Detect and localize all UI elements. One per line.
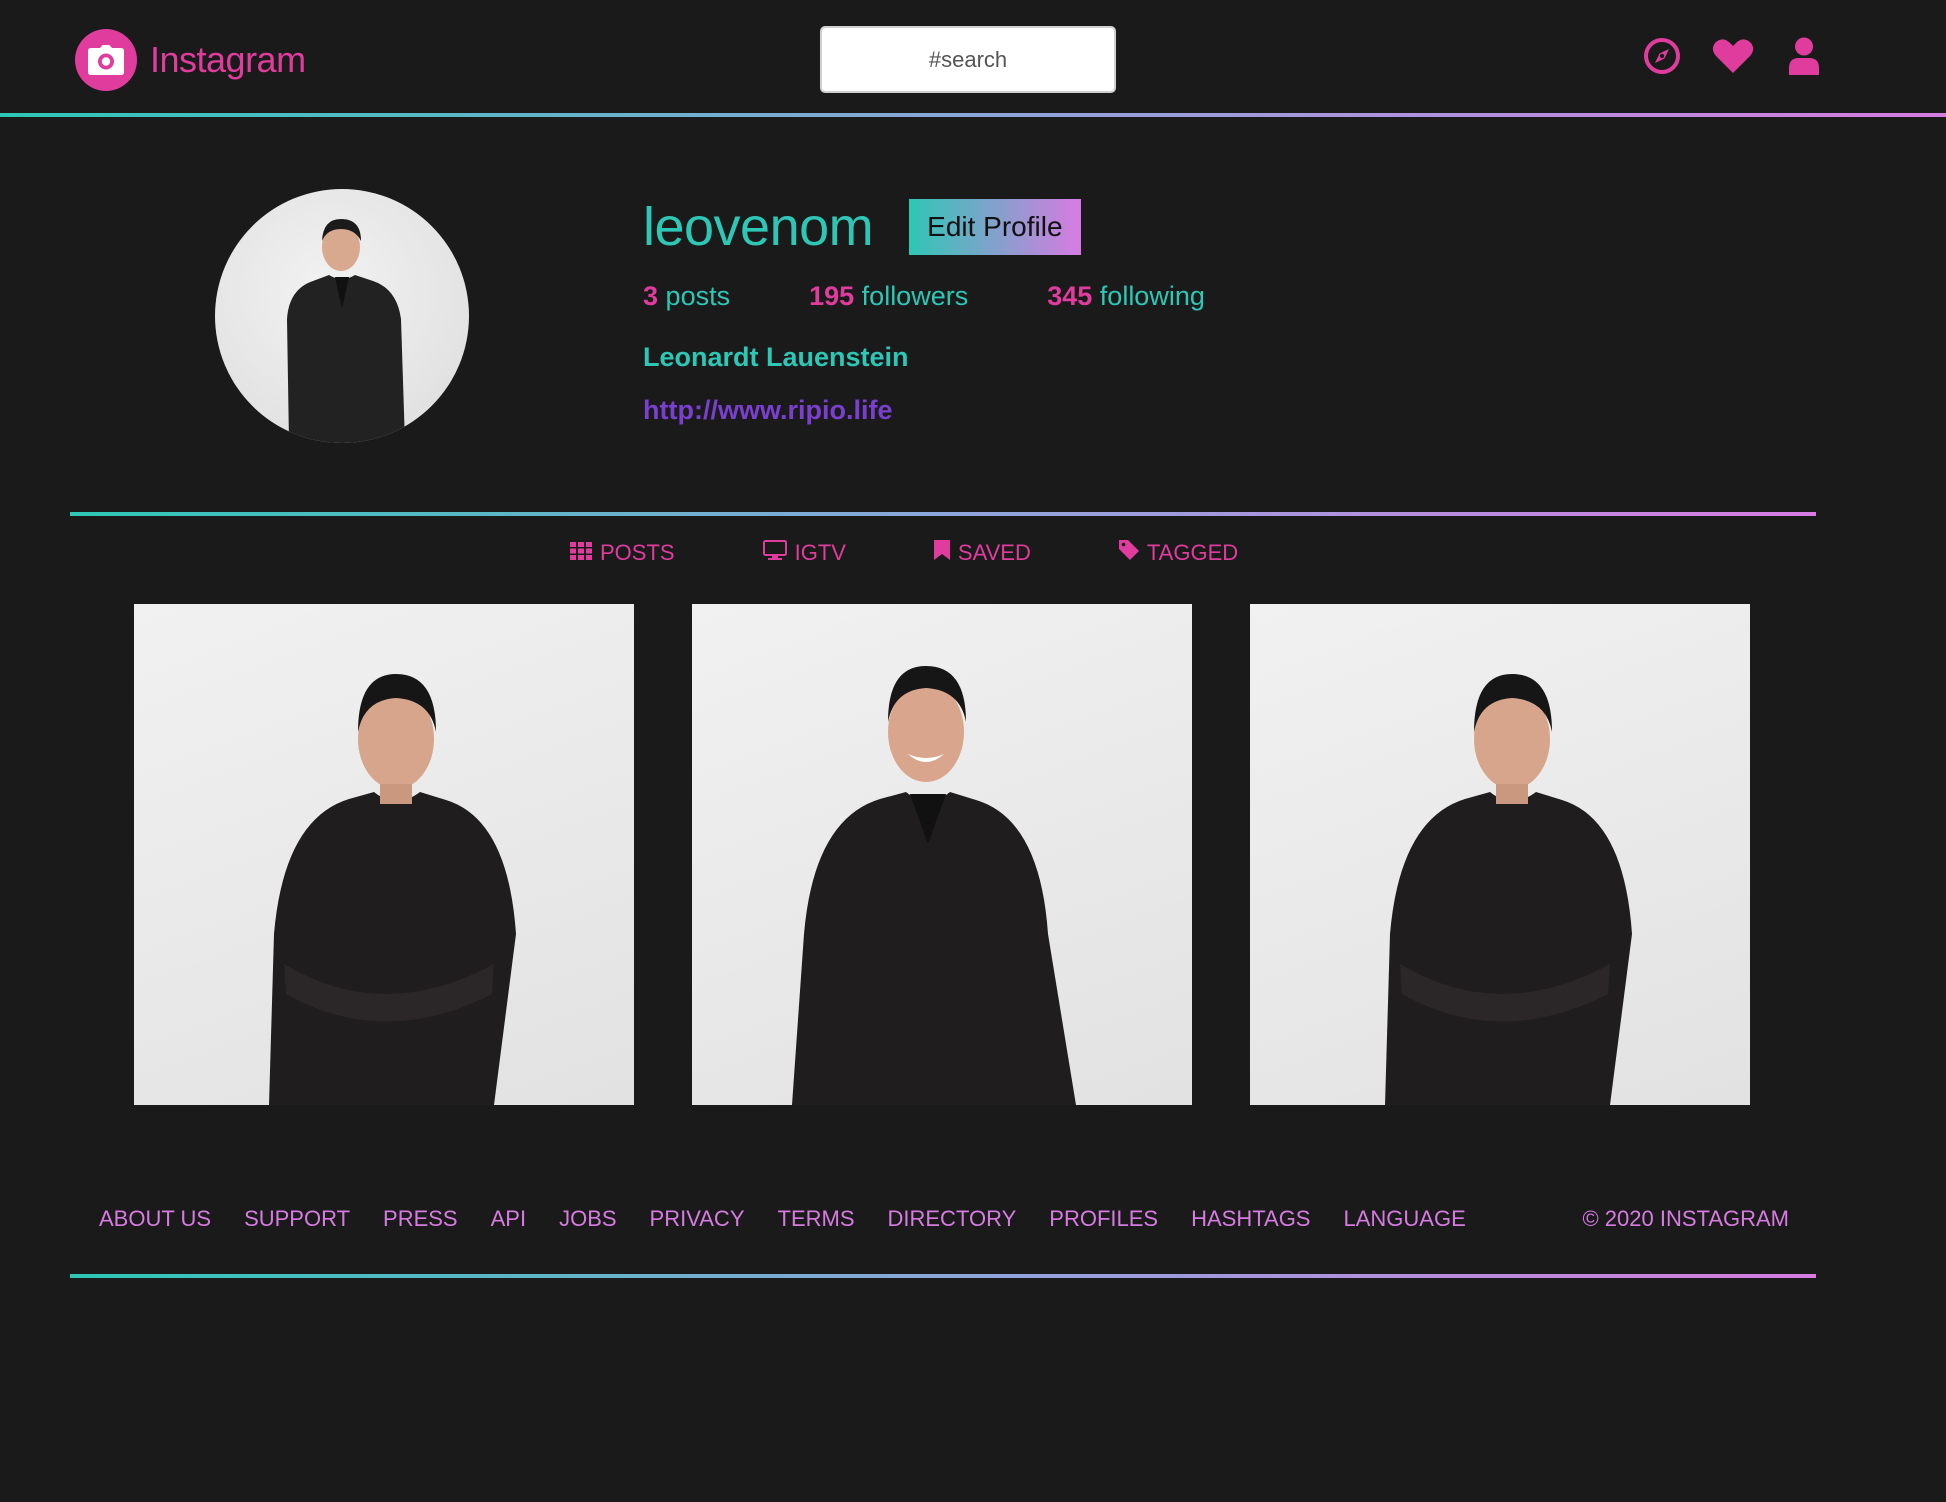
footer-links: ABOUT US SUPPORT PRESS API JOBS PRIVACY … [99, 1206, 1466, 1232]
edit-profile-button[interactable]: Edit Profile [909, 199, 1081, 255]
footer-link[interactable]: LANGUAGE [1343, 1206, 1465, 1232]
post-thumbnail[interactable] [692, 604, 1192, 1105]
stat-value: 345 [1047, 281, 1093, 311]
tag-icon [1118, 540, 1139, 566]
heart-icon[interactable] [1711, 34, 1755, 78]
website-link[interactable]: http://www.ripio.life [643, 395, 1205, 426]
stat-followers[interactable]: 195 followers [809, 281, 968, 312]
stat-value: 195 [809, 281, 855, 311]
stat-value: 3 [643, 281, 659, 311]
profile-info: leovenom Edit Profile 3 posts 195 follow… [643, 195, 1205, 426]
footer-link[interactable]: API [491, 1206, 526, 1232]
footer-link[interactable]: HASHTAGS [1191, 1206, 1310, 1232]
footer-link[interactable]: ABOUT US [99, 1206, 211, 1232]
copyright: © 2020 INSTAGRAM [1582, 1206, 1789, 1231]
compass-icon[interactable] [1640, 34, 1684, 78]
tab-label: IGTV [794, 540, 846, 565]
footer-link[interactable]: TERMS [778, 1206, 855, 1232]
username: leovenom [643, 197, 874, 257]
footer-link[interactable]: DIRECTORY [888, 1206, 1017, 1232]
brand-name: Instagram [150, 39, 306, 80]
footer-divider [70, 1274, 1816, 1278]
profile-tabs: POSTS IGTV SAVED TAGGED [570, 540, 1238, 566]
profile-page: Instagram #search leovenom Edit Profile … [0, 0, 1946, 1502]
tab-label: SAVED [957, 540, 1031, 565]
tab-saved[interactable]: SAVED [933, 540, 1031, 566]
brand-logo[interactable]: Instagram [75, 29, 306, 91]
username-row: leovenom Edit Profile [643, 195, 1205, 259]
stat-label: following [1099, 281, 1205, 311]
nav-icons [1640, 34, 1826, 78]
stat-following[interactable]: 345 following [1047, 281, 1205, 312]
grid-icon [570, 540, 592, 566]
profile-divider [70, 512, 1816, 516]
footer-link[interactable]: PRESS [383, 1206, 458, 1232]
footer-link[interactable]: SUPPORT [244, 1206, 350, 1232]
stat-label: followers [861, 281, 969, 311]
full-name: Leonardt Lauenstein [643, 342, 909, 372]
footer-link[interactable]: JOBS [559, 1206, 616, 1232]
posts-grid [134, 604, 1750, 1105]
bookmark-icon [933, 540, 950, 566]
profile-avatar[interactable] [215, 189, 469, 443]
footer-link[interactable]: PROFILES [1049, 1206, 1158, 1232]
footer-link[interactable]: PRIVACY [650, 1206, 745, 1232]
profile-stats: 3 posts 195 followers 345 following [643, 281, 1205, 312]
user-icon[interactable] [1782, 34, 1826, 78]
post-thumbnail[interactable] [1250, 604, 1750, 1105]
tab-label: TAGGED [1146, 540, 1239, 565]
search-input[interactable] [820, 26, 1116, 93]
camera-icon [75, 29, 137, 91]
footer: ABOUT US SUPPORT PRESS API JOBS PRIVACY … [99, 1206, 1789, 1232]
post-thumbnail[interactable] [134, 604, 634, 1105]
stat-label: posts [665, 281, 731, 311]
tab-label: POSTS [600, 540, 675, 565]
tab-tagged[interactable]: TAGGED [1118, 540, 1239, 566]
stat-posts[interactable]: 3 posts [643, 281, 730, 312]
header-divider [0, 113, 1946, 117]
tab-igtv[interactable]: IGTV [762, 540, 846, 566]
tab-posts[interactable]: POSTS [570, 540, 675, 566]
top-nav: Instagram [0, 0, 1946, 118]
tv-icon [762, 540, 787, 566]
